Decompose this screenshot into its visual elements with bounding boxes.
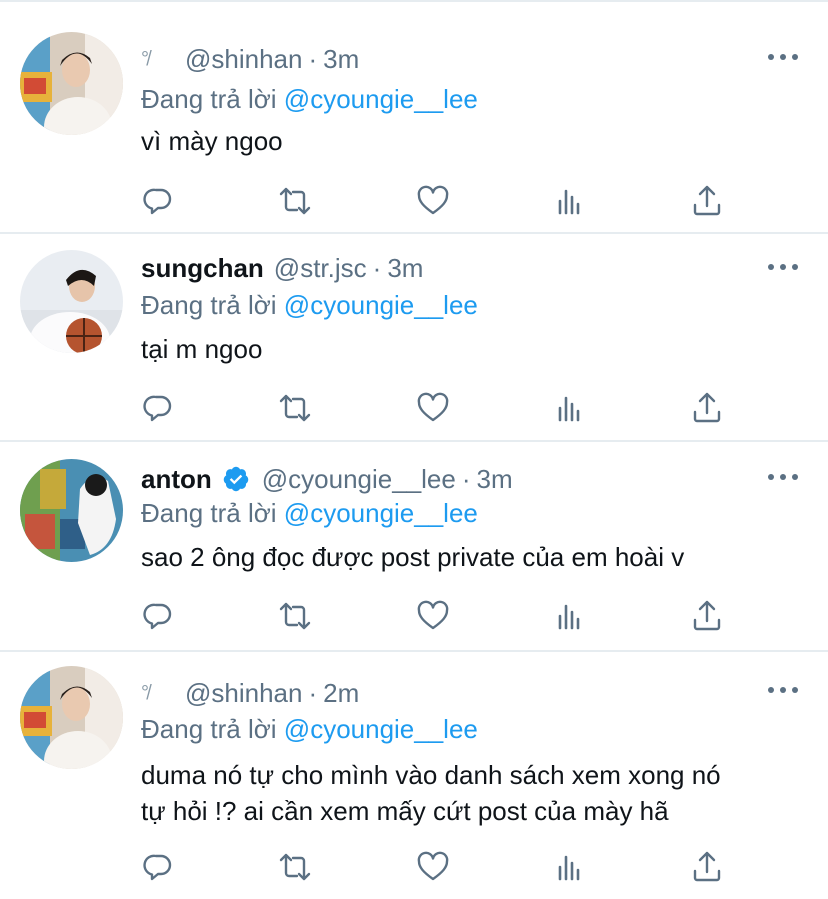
tweet-text: tại m ngoo [141, 334, 263, 364]
reply-prefix: Đang trả lời [141, 290, 277, 320]
user-handle[interactable]: @shinhan [185, 678, 302, 709]
heart-icon[interactable] [415, 183, 451, 219]
share-icon[interactable] [689, 390, 725, 426]
reply-mention-link[interactable]: @cyoungie__lee [284, 714, 478, 744]
reply-prefix: Đang trả lời [141, 714, 277, 744]
separator-dot: · [461, 463, 471, 494]
heart-icon[interactable] [415, 598, 451, 634]
user-handle[interactable]: @str.jsc [274, 253, 367, 284]
retweet-icon[interactable] [277, 598, 313, 634]
reply-context: Đang trả lời @cyoungie__lee [141, 290, 478, 321]
reply-context: Đang trả lời @cyoungie__lee [141, 714, 478, 745]
reply-context: Đang trả lời @cyoungie__lee [141, 84, 478, 115]
heart-icon[interactable] [415, 390, 451, 426]
user-handle[interactable]: @shinhan [185, 44, 302, 75]
user-glyph: °̸ [141, 681, 149, 704]
analytics-icon[interactable] [552, 390, 588, 426]
reply-icon[interactable] [140, 598, 176, 634]
user-handle[interactable]: @cyoungie__lee [262, 464, 456, 495]
separator-dot: · [372, 252, 382, 283]
display-name[interactable]: anton [141, 464, 212, 495]
user-glyph: °̸ [141, 47, 149, 70]
tweet-4[interactable]: °̸ @shinhan · 2m Đang trả lời @cyoungie_… [0, 652, 828, 899]
tweet-text: vì mày ngoo [141, 126, 283, 156]
avatar[interactable] [20, 250, 123, 353]
display-name[interactable]: sungchan [141, 253, 264, 284]
share-icon[interactable] [689, 849, 725, 885]
more-icon[interactable] [768, 472, 798, 482]
tweet-header: sungchan @str.jsc · 3m [141, 253, 423, 283]
tweet-text-line: duma nó tự cho mình vào danh sách xem xo… [141, 760, 721, 790]
retweet-icon[interactable] [277, 390, 313, 426]
tweet-header: °̸ @shinhan · 3m [141, 44, 359, 74]
analytics-icon[interactable] [552, 183, 588, 219]
analytics-icon[interactable] [552, 849, 588, 885]
share-icon[interactable] [689, 183, 725, 219]
tweet-header: anton @cyoungie__lee · 3m [141, 464, 513, 494]
analytics-icon[interactable] [552, 598, 588, 634]
action-bar [0, 598, 828, 634]
separator-dot: · [308, 43, 318, 74]
tweet-text-line: tự hỏi !? ai cần xem mấy cứt post của mà… [141, 796, 669, 826]
retweet-icon[interactable] [277, 849, 313, 885]
timestamp[interactable]: 3m [323, 44, 359, 75]
verified-badge-icon [223, 466, 249, 492]
tweet-2[interactable]: sungchan @str.jsc · 3m Đang trả lời @cyo… [0, 234, 828, 442]
tweet-3[interactable]: anton @cyoungie__lee · 3m Đang trả lời @… [0, 442, 828, 652]
timestamp[interactable]: 3m [477, 464, 513, 495]
action-bar [0, 183, 828, 219]
reply-icon[interactable] [140, 390, 176, 426]
heart-icon[interactable] [415, 849, 451, 885]
more-icon[interactable] [768, 262, 798, 272]
reply-mention-link[interactable]: @cyoungie__lee [284, 498, 478, 528]
reply-prefix: Đang trả lời [141, 498, 277, 528]
reply-mention-link[interactable]: @cyoungie__lee [284, 84, 478, 114]
reply-context: Đang trả lời @cyoungie__lee [141, 498, 478, 529]
avatar[interactable] [20, 666, 123, 769]
more-icon[interactable] [768, 52, 798, 62]
tweet-1[interactable]: °̸ @shinhan · 3m Đang trả lời @cyoungie_… [0, 4, 828, 234]
avatar[interactable] [20, 32, 123, 135]
tweet-header: °̸ @shinhan · 2m [141, 678, 359, 708]
timestamp[interactable]: 2m [323, 678, 359, 709]
retweet-icon[interactable] [277, 183, 313, 219]
separator-dot: · [308, 677, 318, 708]
action-bar [0, 849, 828, 885]
tweet-text: duma nó tự cho mình vào danh sách xem xo… [141, 757, 801, 829]
share-icon[interactable] [689, 598, 725, 634]
more-icon[interactable] [768, 685, 798, 695]
reply-icon[interactable] [140, 183, 176, 219]
reply-icon[interactable] [140, 849, 176, 885]
tweet-text: sao 2 ông đọc được post private của em h… [141, 542, 685, 572]
reply-prefix: Đang trả lời [141, 84, 277, 114]
avatar[interactable] [20, 459, 123, 562]
reply-mention-link[interactable]: @cyoungie__lee [284, 290, 478, 320]
action-bar [0, 390, 828, 426]
timestamp[interactable]: 3m [387, 253, 423, 284]
